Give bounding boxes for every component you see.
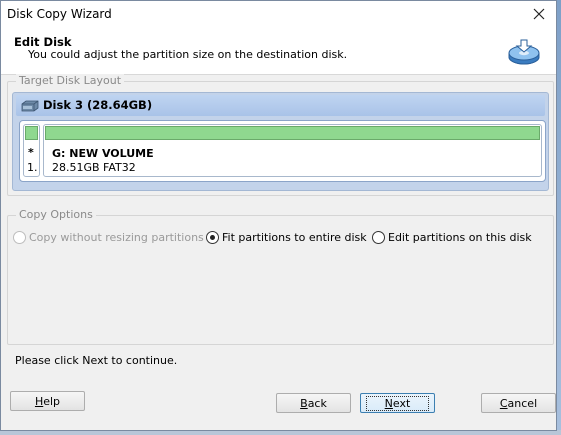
- cancel-label: ancel: [507, 396, 538, 410]
- mini-partition-marker: *: [28, 146, 34, 159]
- radio-label: Fit partitions to entire disk: [222, 231, 367, 244]
- radio-copy-without-resizing[interactable]: Copy without resizing partitions: [13, 231, 204, 244]
- next-button[interactable]: Next: [360, 393, 435, 413]
- status-text: Please click Next to continue.: [15, 354, 178, 367]
- cancel-button[interactable]: Cancel: [481, 393, 556, 413]
- unallocated-partition-block[interactable]: * 1.: [23, 124, 40, 177]
- hard-disk-icon: [21, 100, 39, 112]
- radio-circle-selected: [206, 231, 219, 244]
- mini-partition-bar: [25, 126, 38, 140]
- target-disk-layout-group: Target Disk Layout Disk 3 (28.64GB) * 1.: [7, 74, 554, 196]
- radio-dot: [210, 235, 215, 240]
- mini-partition-index: 1.: [27, 161, 38, 174]
- page-title: Edit Disk: [14, 35, 72, 49]
- disk-label: Disk 3 (28.64GB): [43, 98, 153, 112]
- copy-options-legend: Copy Options: [16, 208, 96, 221]
- back-label: ack: [307, 396, 327, 410]
- close-icon: [533, 8, 545, 20]
- wizard-window: Disk Copy Wizard Edit Disk You could adj…: [0, 0, 557, 431]
- cancel-mnemonic: C: [499, 396, 508, 410]
- next-mnemonic: N: [384, 396, 393, 410]
- radio-label: Edit partitions on this disk: [388, 231, 532, 244]
- next-focus-rect: Next: [365, 395, 430, 411]
- partition-block-g[interactable]: G: NEW VOLUME 28.51GB FAT32: [43, 124, 542, 177]
- close-button[interactable]: [525, 2, 553, 26]
- disk-map: * 1. G: NEW VOLUME 28.51GB FAT32: [19, 120, 546, 182]
- wizard-header: Edit Disk You could adjust the partition…: [1, 28, 556, 75]
- radio-circle: [372, 231, 385, 244]
- disk-header[interactable]: Disk 3 (28.64GB): [16, 95, 545, 116]
- radio-edit-partitions[interactable]: Edit partitions on this disk: [372, 231, 532, 244]
- help-label: elp: [43, 394, 61, 408]
- partition-info: 28.51GB FAT32: [52, 161, 136, 174]
- title-bar[interactable]: Disk Copy Wizard: [1, 1, 556, 28]
- radio-fit-partitions[interactable]: Fit partitions to entire disk: [206, 231, 367, 244]
- help-mnemonic: H: [34, 394, 44, 408]
- next-label: ext: [392, 396, 411, 410]
- page-subtitle: You could adjust the partition size on t…: [28, 48, 348, 61]
- disk-copy-icon: [508, 39, 540, 65]
- partition-name: G: NEW VOLUME: [52, 147, 154, 160]
- window-title: Disk Copy Wizard: [7, 7, 112, 21]
- back-mnemonic: B: [300, 396, 308, 410]
- partition-usage-bar: [45, 126, 540, 140]
- back-button[interactable]: Back: [276, 393, 351, 413]
- target-disk-layout-legend: Target Disk Layout: [16, 74, 125, 87]
- help-button[interactable]: Help: [10, 391, 85, 411]
- disk-panel[interactable]: Disk 3 (28.64GB) * 1. G: NEW VOLUME 28.5…: [12, 92, 549, 191]
- radio-label: Copy without resizing partitions: [29, 231, 204, 244]
- radio-circle: [13, 231, 26, 244]
- copy-options-group: Copy Options Copy without resizing parti…: [7, 208, 554, 345]
